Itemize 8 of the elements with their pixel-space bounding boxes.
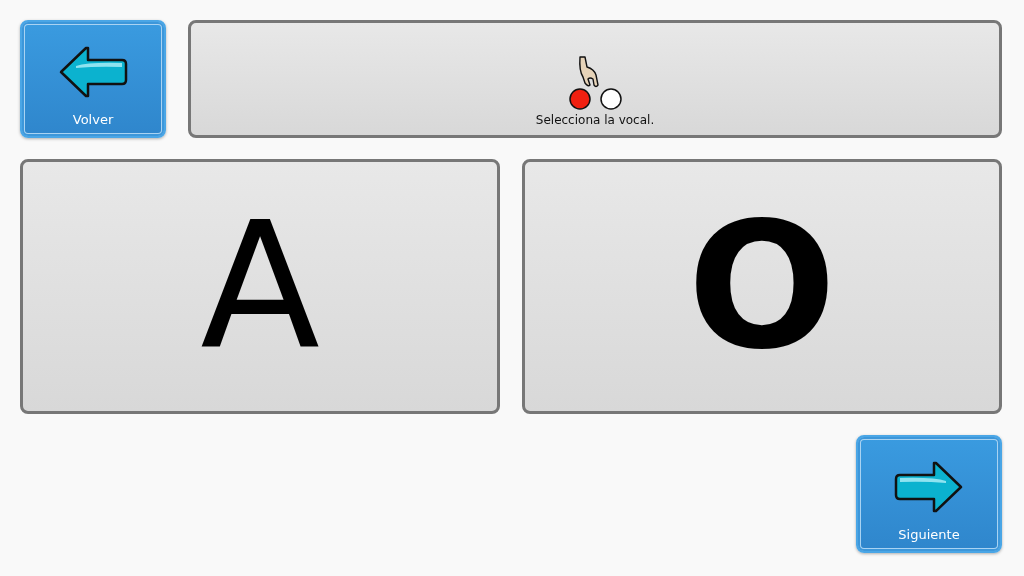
letter-option[interactable]: A bbox=[20, 159, 500, 414]
hand-and-dots-drawing bbox=[566, 55, 624, 111]
instruction-text: Selecciona la vocal. bbox=[535, 113, 655, 127]
right-arrow-icon bbox=[894, 459, 964, 515]
back-button[interactable]: Volver bbox=[20, 20, 166, 138]
next-button[interactable]: Siguiente bbox=[856, 435, 1002, 553]
letter-option[interactable]: O bbox=[522, 159, 1002, 414]
left-arrow-icon bbox=[58, 44, 128, 100]
